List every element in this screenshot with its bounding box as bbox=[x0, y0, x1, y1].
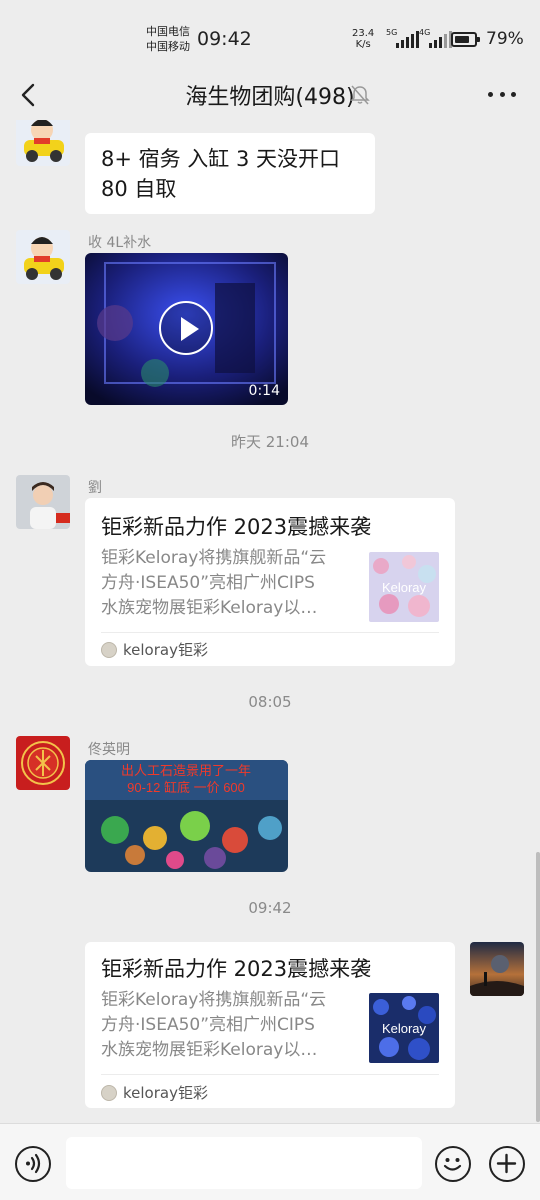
message-text-line: 8+ 宿务 入缸 3 天没开口 bbox=[101, 147, 341, 171]
link-card-desc-line: 水族宠物展钜彩Keloray以… bbox=[101, 1040, 318, 1060]
link-card-desc-line: 钜彩Keloray将携旗舰新品“云 bbox=[101, 990, 327, 1010]
net-speed-value: 23.4 bbox=[352, 28, 375, 39]
link-card[interactable]: 钜彩新品力作 2023震撼来袭 钜彩Keloray将携旗舰新品“云 方舟·ISE… bbox=[85, 942, 455, 1108]
link-card-thumbnail: Keloray bbox=[369, 552, 439, 622]
time-divider: 昨天 21:04 bbox=[231, 433, 309, 451]
link-card-description: 钜彩Keloray将携旗舰新品“云 方舟·ISEA50”亮相广州CIPS 水族宠… bbox=[101, 546, 351, 621]
sender-name: 佟英明 bbox=[88, 742, 130, 758]
source-logo-icon bbox=[101, 641, 117, 658]
message-list[interactable]: 8+ 宿务 入缸 3 天没开口 80 自取 收 4L补水 0:14 昨天 21:… bbox=[0, 120, 540, 1123]
network-speed: 23.4 K/s bbox=[352, 28, 374, 50]
link-card-desc-line: 水族宠物展钜彩Keloray以… bbox=[101, 598, 318, 618]
link-card[interactable]: 钜彩新品力作 2023震撼来袭 钜彩Keloray将携旗舰新品“云 方舟·ISE… bbox=[85, 498, 455, 666]
avatar[interactable] bbox=[16, 475, 70, 529]
avatar[interactable] bbox=[16, 230, 70, 284]
chat-header: 海生物团购(498) bbox=[0, 70, 540, 120]
signal-2-label: 4G bbox=[419, 28, 431, 37]
sender-name: 收 4L补水 bbox=[88, 235, 152, 251]
time-divider: 09:42 bbox=[248, 899, 292, 917]
avatar[interactable] bbox=[16, 736, 70, 790]
link-card-desc-line: 方舟·ISEA50”亮相广州CIPS bbox=[101, 573, 315, 593]
avatar[interactable] bbox=[16, 120, 70, 166]
net-speed-unit: K/s bbox=[355, 39, 371, 50]
link-card-desc-line: 钜彩Keloray将携旗舰新品“云 bbox=[101, 548, 327, 568]
message-input[interactable] bbox=[66, 1137, 422, 1189]
input-bar bbox=[0, 1123, 540, 1200]
battery-percent: 79% bbox=[486, 29, 524, 49]
more-horizontal-icon[interactable] bbox=[488, 92, 516, 98]
svg-text:Keloray: Keloray bbox=[382, 1021, 427, 1036]
svg-text:出人工石造景用了一年: 出人工石造景用了一年 bbox=[121, 763, 251, 778]
link-card-source-name: keloray钜彩 bbox=[123, 1084, 208, 1102]
link-card-source-name: keloray钜彩 bbox=[123, 641, 208, 659]
link-card-desc-line: 方舟·ISEA50”亮相广州CIPS bbox=[101, 1015, 315, 1035]
play-icon[interactable] bbox=[159, 301, 213, 355]
video-duration: 0:14 bbox=[248, 383, 280, 399]
voice-icon[interactable] bbox=[15, 1146, 51, 1182]
bell-off-icon bbox=[350, 85, 370, 105]
chat-title: 海生物团购(498) bbox=[185, 85, 355, 110]
link-card-description: 钜彩Keloray将携旗舰新品“云 方舟·ISEA50”亮相广州CIPS 水族宠… bbox=[101, 988, 351, 1063]
emoji-icon[interactable] bbox=[435, 1146, 471, 1182]
signal-5g-icon: 5G bbox=[386, 28, 419, 48]
message-bubble[interactable]: 8+ 宿务 入缸 3 天没开口 80 自取 bbox=[85, 133, 375, 214]
avatar[interactable] bbox=[470, 942, 524, 996]
sender-name: 劉 bbox=[88, 480, 102, 496]
time-divider: 08:05 bbox=[248, 693, 292, 711]
status-bar: 中国电信 中国移动 09:42 23.4 K/s 5G 4G 79% bbox=[0, 0, 540, 70]
svg-text:90-12 缸底 一价 600: 90-12 缸底 一价 600 bbox=[127, 780, 245, 795]
svg-text:Keloray: Keloray bbox=[382, 580, 427, 595]
signal-4g-icon: 4G bbox=[419, 28, 452, 48]
plus-circle-icon[interactable] bbox=[489, 1146, 525, 1182]
signal-1-label: 5G bbox=[386, 28, 398, 37]
status-time: 09:42 bbox=[197, 28, 252, 50]
link-card-title: 钜彩新品力作 2023震撼来袭 bbox=[101, 515, 372, 539]
video-message[interactable]: 0:14 bbox=[85, 253, 288, 405]
scrollbar[interactable] bbox=[536, 852, 540, 1122]
battery-icon bbox=[451, 32, 480, 47]
carrier-1: 中国电信 bbox=[146, 25, 190, 38]
message-text-line: 80 自取 bbox=[101, 177, 177, 201]
image-message[interactable]: 出人工石造景用了一年 90-12 缸底 一价 600 bbox=[85, 760, 288, 872]
carrier-labels: 中国电信 中国移动 bbox=[146, 24, 190, 54]
carrier-2: 中国移动 bbox=[146, 40, 190, 53]
source-logo-icon bbox=[101, 1084, 117, 1101]
link-card-source: keloray钜彩 bbox=[101, 639, 208, 660]
link-card-source: keloray钜彩 bbox=[101, 1082, 208, 1103]
link-card-thumbnail: Keloray bbox=[369, 993, 439, 1063]
link-card-title: 钜彩新品力作 2023震撼来袭 bbox=[101, 957, 372, 981]
